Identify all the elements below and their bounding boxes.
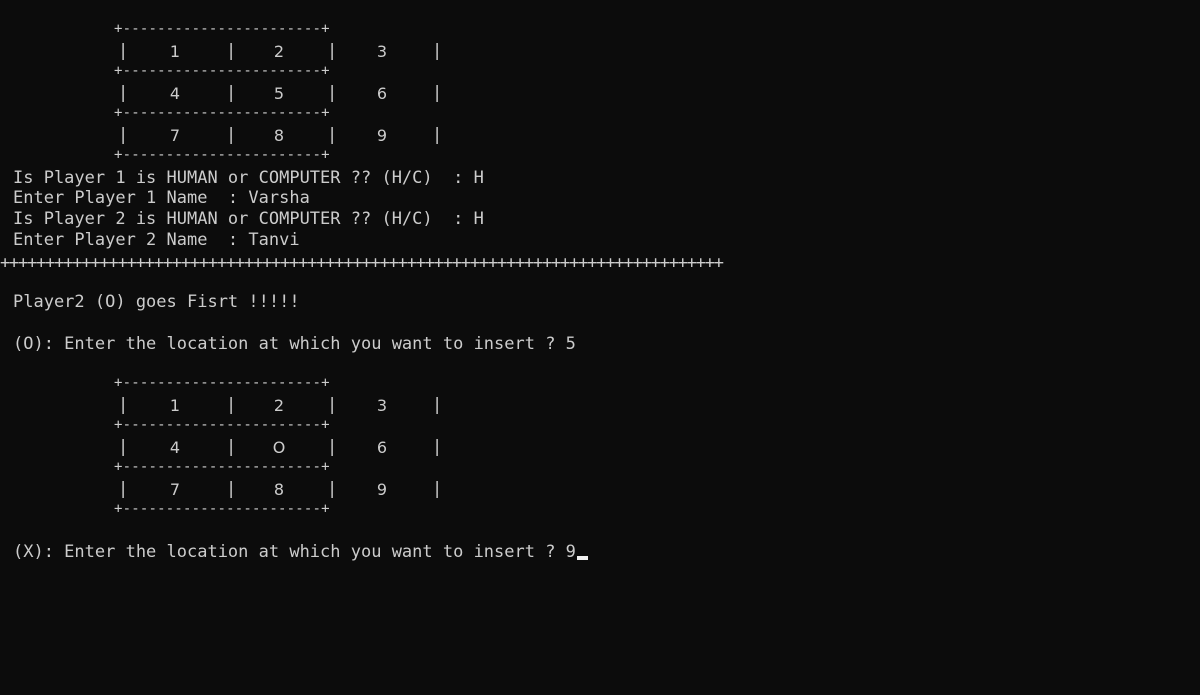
board-pipe: | xyxy=(432,83,443,103)
move-x-prompt-text: (X): Enter the location at which you wan… xyxy=(13,542,576,562)
board-border: +-----------------------+ xyxy=(114,459,330,475)
board-pipe: | xyxy=(226,83,237,103)
board-pipe: | xyxy=(118,83,129,103)
board-cell: 8 xyxy=(273,480,285,499)
board-border: +-----------------------+ xyxy=(114,147,330,163)
board-border: +-----------------------+ xyxy=(114,501,330,517)
board-2: +-----------------------+ | 1 | 2 | 3 | … xyxy=(114,376,444,516)
separator-line: ++++++++++++++++++++++++++++++++++++++++… xyxy=(0,253,724,273)
board-cell: 6 xyxy=(376,84,388,103)
board-cell: 3 xyxy=(376,42,388,61)
board-pipe: | xyxy=(118,41,129,61)
move-x-prompt[interactable]: (X): Enter the location at which you wan… xyxy=(13,542,588,562)
board-pipe: | xyxy=(327,395,338,415)
board-cell: 2 xyxy=(273,396,285,415)
board-pipe: | xyxy=(226,479,237,499)
board-pipe: | xyxy=(118,125,129,145)
board-cell: 1 xyxy=(169,396,181,415)
board-pipe: | xyxy=(432,41,443,61)
board-pipe: | xyxy=(118,395,129,415)
board-border: +-----------------------+ xyxy=(114,63,330,79)
board-cell: 7 xyxy=(169,480,181,499)
player1-type-prompt: Is Player 1 is HUMAN or COMPUTER ?? (H/C… xyxy=(13,168,484,188)
board-1: +-----------------------+ | 1 | 2 | 3 | … xyxy=(114,22,444,162)
board-cell: 9 xyxy=(376,480,388,499)
board-pipe: | xyxy=(226,395,237,415)
board-pipe: | xyxy=(432,125,443,145)
board-pipe: | xyxy=(118,479,129,499)
board-pipe: | xyxy=(226,437,237,457)
board-cell: 4 xyxy=(169,84,181,103)
board-pipe: | xyxy=(226,125,237,145)
board-border: +-----------------------+ xyxy=(114,21,330,37)
board-pipe: | xyxy=(327,479,338,499)
player1-name-prompt: Enter Player 1 Name : Varsha xyxy=(13,188,310,208)
board-cell: 5 xyxy=(273,84,285,103)
player2-type-prompt: Is Player 2 is HUMAN or COMPUTER ?? (H/C… xyxy=(13,209,484,229)
board-pipe: | xyxy=(118,437,129,457)
board-pipe: | xyxy=(327,437,338,457)
board-cell: 9 xyxy=(376,126,388,145)
board-cell: 2 xyxy=(273,42,285,61)
board-pipe: | xyxy=(432,437,443,457)
board-pipe: | xyxy=(432,395,443,415)
board-cell: 4 xyxy=(169,438,181,457)
board-pipe: | xyxy=(226,41,237,61)
board-pipe: | xyxy=(327,41,338,61)
board-pipe: | xyxy=(327,83,338,103)
board-cell: 7 xyxy=(169,126,181,145)
goes-first-message: Player2 (O) goes Fisrt !!!!! xyxy=(13,292,300,312)
board-pipe: | xyxy=(327,125,338,145)
board-cell: 8 xyxy=(273,126,285,145)
board-cell: 6 xyxy=(376,438,388,457)
text-cursor xyxy=(576,556,588,560)
board-border: +-----------------------+ xyxy=(114,375,330,391)
board-border: +-----------------------+ xyxy=(114,105,330,121)
board-cell: 3 xyxy=(376,396,388,415)
board-border: +-----------------------+ xyxy=(114,417,330,433)
board-pipe: | xyxy=(432,479,443,499)
board-cell: 1 xyxy=(169,42,181,61)
move-o-prompt: (O): Enter the location at which you wan… xyxy=(13,334,576,354)
player2-name-prompt: Enter Player 2 Name : Tanvi xyxy=(13,230,300,250)
board-cell: O xyxy=(272,438,286,457)
